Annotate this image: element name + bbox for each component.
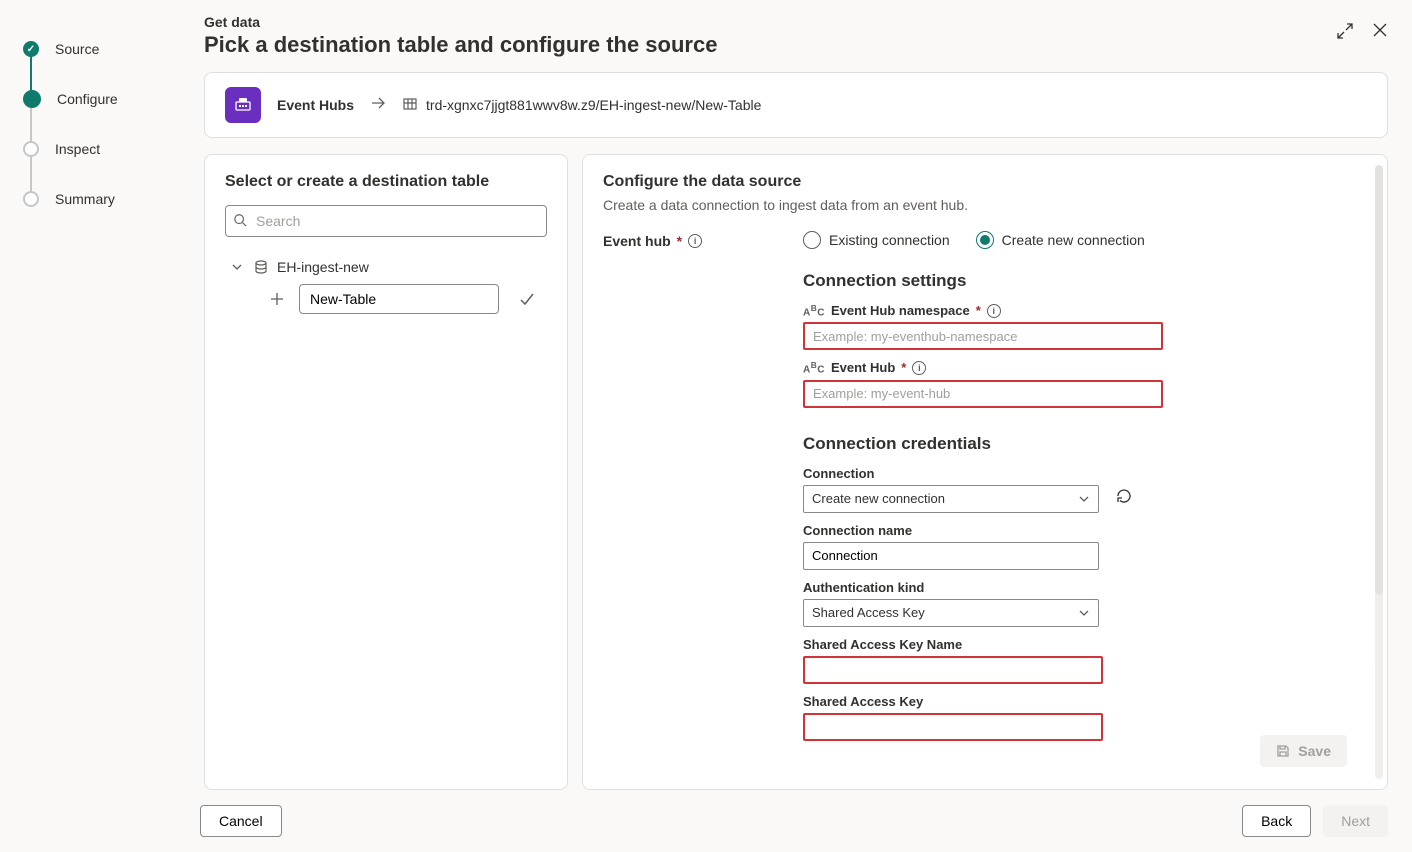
auth-kind-select[interactable]: Shared Access Key [803, 599, 1099, 627]
step-source[interactable]: Source [0, 24, 180, 74]
right-panel-subtitle: Create a data connection to ingest data … [603, 197, 1347, 213]
step-label: Source [55, 41, 99, 57]
text-type-icon: ABC [803, 303, 825, 318]
connection-settings-heading: Connection settings [803, 271, 1347, 291]
destination-table-panel: Select or create a destination table EH-… [204, 154, 568, 790]
sak-label: Shared Access Key [803, 694, 1347, 709]
namespace-label: ABC Event Hub namespace* i [803, 303, 1347, 318]
connection-name-input[interactable] [803, 542, 1099, 570]
check-icon [23, 41, 39, 57]
close-icon[interactable] [1372, 22, 1388, 45]
shared-access-key-name-input[interactable] [803, 656, 1103, 684]
save-icon [1276, 744, 1290, 758]
info-icon[interactable]: i [912, 361, 926, 375]
database-icon [253, 260, 269, 274]
wizard-stepper: Source Configure Inspect Summary [0, 0, 180, 790]
table-search-input[interactable] [225, 205, 547, 237]
event-hub-label: Event hub* i [603, 231, 783, 249]
search-icon [233, 213, 247, 227]
step-label: Configure [57, 91, 118, 107]
left-panel-title: Select or create a destination table [225, 173, 547, 191]
back-button[interactable]: Back [1242, 805, 1311, 837]
radio-existing-connection[interactable]: Existing connection [803, 231, 950, 249]
wizard-footer: Cancel Back Next [0, 790, 1412, 852]
page-eyebrow: Get data [204, 14, 717, 30]
chevron-down-icon [1078, 493, 1090, 505]
table-icon [402, 96, 418, 115]
info-icon[interactable]: i [688, 234, 702, 248]
future-step-icon [23, 141, 39, 157]
confirm-name-icon[interactable] [519, 291, 535, 307]
arrow-right-icon [370, 95, 386, 116]
expand-icon[interactable] [1336, 22, 1354, 45]
tree-new-table-row [225, 283, 547, 315]
cancel-button[interactable]: Cancel [200, 805, 282, 837]
main-content: Get data Pick a destination table and co… [180, 0, 1412, 790]
info-icon[interactable]: i [987, 304, 1001, 318]
radio-create-new-connection[interactable]: Create new connection [976, 231, 1145, 249]
page-title: Pick a destination table and configure t… [204, 32, 717, 58]
connection-label: Connection [803, 466, 1347, 481]
step-summary[interactable]: Summary [0, 174, 180, 224]
tree-parent-label: EH-ingest-new [277, 259, 369, 275]
new-table-name-input[interactable] [299, 284, 499, 314]
event-hub-input[interactable] [803, 380, 1163, 408]
source-name: Event Hubs [277, 97, 354, 113]
source-path-card: Event Hubs trd-xgnxc7jjgt881wwv8w.z9/EH-… [204, 72, 1388, 138]
next-button[interactable]: Next [1323, 805, 1388, 837]
event-hub-field-label: ABC Event Hub* i [803, 360, 1347, 375]
scrollbar[interactable] [1375, 165, 1383, 779]
connection-credentials-heading: Connection credentials [803, 434, 1347, 454]
connection-select[interactable]: Create new connection [803, 485, 1099, 513]
step-label: Inspect [55, 141, 100, 157]
event-hubs-icon [225, 87, 261, 123]
destination-path: trd-xgnxc7jjgt881wwv8w.z9/EH-ingest-new/… [426, 97, 761, 113]
event-hub-namespace-input[interactable] [803, 322, 1163, 350]
current-step-icon [23, 90, 41, 108]
tree-parent-row[interactable]: EH-ingest-new [225, 251, 547, 283]
auth-kind-label: Authentication kind [803, 580, 1347, 595]
step-inspect[interactable]: Inspect [0, 124, 180, 174]
chevron-down-icon [229, 261, 245, 273]
sak-name-label: Shared Access Key Name [803, 637, 1347, 652]
future-step-icon [23, 191, 39, 207]
step-configure[interactable]: Configure [0, 74, 180, 124]
connection-name-label: Connection name [803, 523, 1347, 538]
right-panel-title: Configure the data source [603, 173, 1347, 191]
configure-source-panel: Configure the data source Create a data … [582, 154, 1388, 790]
add-table-icon[interactable] [269, 292, 285, 306]
save-button[interactable]: Save [1260, 735, 1347, 767]
shared-access-key-input[interactable] [803, 713, 1103, 741]
step-label: Summary [55, 191, 115, 207]
text-type-icon: ABC [803, 360, 825, 375]
refresh-icon[interactable] [1115, 487, 1133, 510]
chevron-down-icon [1078, 607, 1090, 619]
